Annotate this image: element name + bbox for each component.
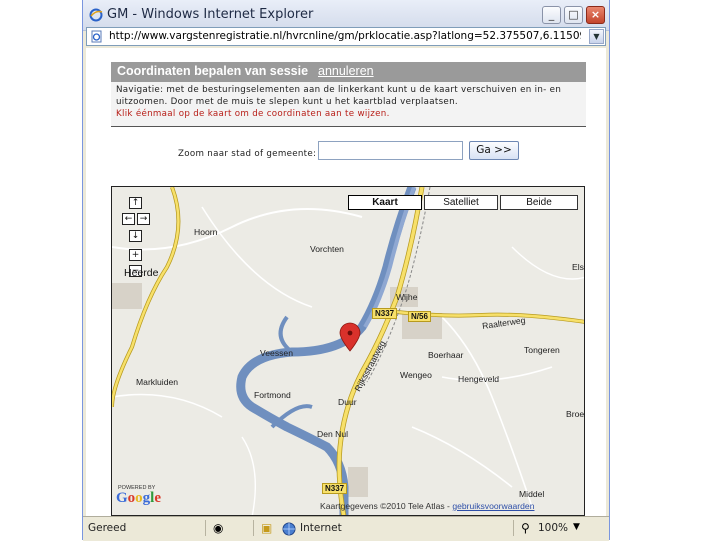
- pan-down-button[interactable]: ↓: [129, 230, 142, 242]
- help-line-3: Klik éénmaal op de kaart om de coordinat…: [116, 109, 390, 119]
- privacy-icon[interactable]: ◉: [213, 521, 223, 535]
- address-dropdown-icon[interactable]: ▼: [589, 29, 604, 44]
- place-label: Broe: [566, 409, 585, 419]
- place-label: Duur: [338, 397, 357, 407]
- terms-link[interactable]: gebruiksvoorwaarden: [452, 501, 534, 511]
- section-title: Coordinaten bepalen van sessie: [117, 64, 309, 78]
- map-copyright: Kaartgegevens ©2010 Tele Atlas - gebruik…: [320, 501, 534, 511]
- place-label: Boerhaar: [428, 350, 464, 360]
- zoom-icon[interactable]: ⚲: [521, 521, 530, 535]
- globe-icon: [282, 522, 296, 536]
- status-divider: [513, 520, 514, 536]
- security-zone: Internet: [300, 522, 342, 534]
- place-label: Markluiden: [136, 377, 179, 387]
- city-search-input[interactable]: [318, 141, 463, 160]
- map-type-satelliet[interactable]: Satelliet: [424, 195, 498, 210]
- go-button[interactable]: Ga >>: [469, 141, 519, 160]
- help-text-box: Navigatie: met de besturingselementen aa…: [111, 82, 586, 127]
- place-label: Heerde: [124, 267, 159, 279]
- place-label: Den Nul: [317, 429, 349, 439]
- maximize-button[interactable]: □: [564, 6, 583, 24]
- place-label: Tongeren: [524, 345, 560, 355]
- place-label: Els: [572, 262, 584, 272]
- ie-logo-icon: [89, 8, 103, 22]
- browser-window: GM - Windows Internet Explorer _ □ × htt…: [82, 0, 610, 541]
- address-bar[interactable]: http://www.vargstenregistratie.nl/hvrcnl…: [86, 27, 606, 46]
- place-label: Hengeveld: [458, 374, 500, 384]
- security-lock-icon: ▣: [261, 521, 273, 535]
- road-number-badge: N337: [322, 483, 348, 494]
- minimize-button[interactable]: _: [542, 6, 561, 24]
- place-label: Vorchten: [310, 244, 344, 254]
- pan-right-button[interactable]: →: [137, 213, 150, 225]
- status-text: Gereed: [88, 522, 127, 534]
- place-label: Middel: [519, 489, 545, 499]
- cancel-link[interactable]: annuleren: [318, 64, 374, 78]
- map-type-beide[interactable]: Beide: [500, 195, 578, 210]
- address-url[interactable]: http://www.vargstenregistratie.nl/hvrcnl…: [109, 30, 581, 42]
- map-canvas[interactable]: [112, 187, 585, 516]
- section-header: Coordinaten bepalen van sessie annuleren: [111, 62, 586, 82]
- place-label: Hoorn: [194, 227, 218, 237]
- map-type-kaart[interactable]: Kaart: [348, 195, 422, 210]
- maximize-icon: □: [568, 8, 579, 21]
- status-bar: Gereed ◉ ▣ Internet ⚲ 100% ▼: [83, 516, 609, 541]
- copyright-text: Kaartgegevens ©2010 Tele Atlas -: [320, 501, 453, 511]
- pan-up-button[interactable]: ↑: [129, 197, 142, 209]
- zoom-level[interactable]: 100%: [538, 522, 568, 534]
- pan-left-button[interactable]: ←: [122, 213, 135, 225]
- place-label: Fortmond: [254, 390, 291, 400]
- close-icon: ×: [590, 8, 601, 21]
- window-title: GM - Windows Internet Explorer: [107, 7, 314, 22]
- zoom-in-button[interactable]: +: [129, 249, 142, 261]
- place-label: Wijhe: [396, 292, 418, 302]
- page-content: Coordinaten bepalen van sessie annuleren…: [86, 48, 606, 516]
- page-icon: [91, 30, 102, 43]
- status-divider: [205, 520, 206, 536]
- place-label: Wengeo: [400, 370, 432, 380]
- close-button[interactable]: ×: [586, 6, 605, 24]
- help-line-1: Navigatie: met de besturingselementen aa…: [116, 85, 562, 95]
- road-number-badge: N/56: [408, 311, 431, 322]
- status-divider: [253, 520, 254, 536]
- road-number-badge: N337: [372, 308, 398, 319]
- minimize-icon: _: [548, 8, 555, 21]
- place-label: Veessen: [260, 348, 293, 358]
- help-line-2: uitzoomen. Door met de muis te slepen ku…: [116, 97, 458, 107]
- zoom-label: Zoom naar stad of gemeente:: [178, 149, 317, 159]
- google-logo[interactable]: Google: [116, 490, 161, 507]
- zoom-dropdown-icon[interactable]: ▼: [573, 522, 580, 532]
- map-view[interactable]: Kaart Satelliet Beide ↑ ← → ↓ + − Hoorn …: [111, 186, 585, 516]
